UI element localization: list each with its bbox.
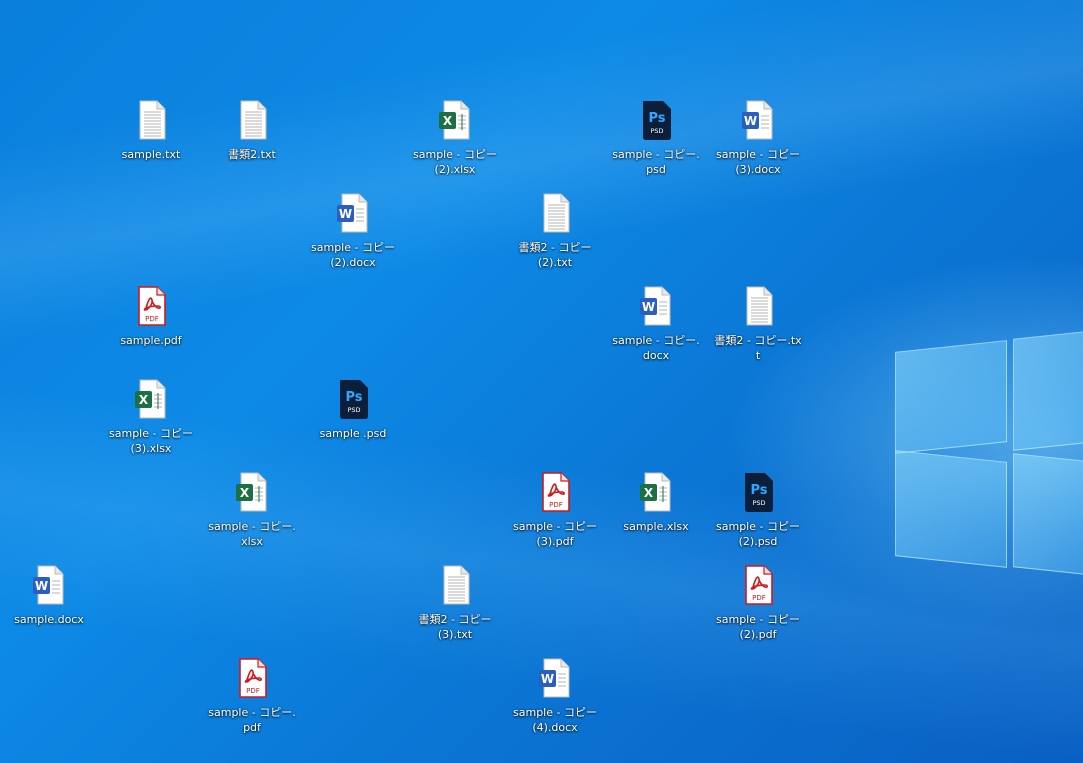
text-file-icon xyxy=(134,100,168,140)
svg-text:Ps: Ps xyxy=(345,390,362,405)
desktop-icon[interactable]: 書類2 - コピー (3).txt xyxy=(410,565,500,642)
word-file-icon: W xyxy=(32,565,66,605)
desktop-icon-label: sample - コピー. psd xyxy=(612,148,700,176)
svg-text:PDF: PDF xyxy=(246,687,260,695)
desktop-icon[interactable]: Xsample.xlsx xyxy=(611,472,701,534)
desktop-icon-label: sample - コピー. docx xyxy=(612,334,700,362)
pdf-file-icon: PDF xyxy=(235,658,269,698)
excel-file-icon: X xyxy=(438,100,472,140)
svg-text:Ps: Ps xyxy=(648,111,665,126)
pdf-file-icon: PDF xyxy=(134,286,168,326)
svg-text:W: W xyxy=(541,672,554,686)
desktop-icon-label: sample.xlsx xyxy=(623,520,689,533)
desktop-icon[interactable]: Ps PSD sample - コピー (2).psd xyxy=(713,472,803,549)
svg-text:PDF: PDF xyxy=(145,315,159,323)
desktop-icon[interactable]: Wsample - コピー (3).docx xyxy=(713,100,803,177)
desktop-icon-label: 書類2.txt xyxy=(228,148,276,161)
text-file-icon xyxy=(235,100,269,140)
svg-text:PSD: PSD xyxy=(650,127,663,135)
desktop-icon[interactable]: 書類2 - コピー.txt xyxy=(713,286,803,363)
photoshop-file-icon: Ps PSD xyxy=(741,472,775,512)
svg-text:X: X xyxy=(139,393,149,407)
excel-file-icon: X xyxy=(235,472,269,512)
desktop-icon[interactable]: Wsample - コピー. docx xyxy=(611,286,701,363)
svg-text:W: W xyxy=(339,207,352,221)
svg-text:X: X xyxy=(644,486,654,500)
desktop-icon[interactable]: Xsample - コピー (2).xlsx xyxy=(410,100,500,177)
svg-text:PSD: PSD xyxy=(347,406,360,414)
windows-logo-pane xyxy=(895,340,1007,454)
desktop-icon-label: sample - コピー (3).xlsx xyxy=(109,427,193,455)
desktop-icon-label: sample - コピー (2).xlsx xyxy=(413,148,497,176)
windows-logo-pane xyxy=(895,450,1007,568)
svg-text:Ps: Ps xyxy=(750,483,767,498)
desktop-icon-label: sample.docx xyxy=(14,613,84,626)
svg-text:W: W xyxy=(642,300,655,314)
svg-text:PDF: PDF xyxy=(549,501,563,509)
desktop-icon-label: sample - コピー (3).pdf xyxy=(513,520,597,548)
word-file-icon: W xyxy=(538,658,572,698)
desktop-icon[interactable]: 書類2 - コピー (2).txt xyxy=(510,193,600,270)
word-file-icon: W xyxy=(741,100,775,140)
svg-text:X: X xyxy=(443,114,453,128)
desktop-icon-label: sample - コピー.xlsx xyxy=(208,520,296,548)
desktop-icon-label: sample - コピー (2).psd xyxy=(716,520,800,548)
desktop-icon-label: sample - コピー (2).pdf xyxy=(716,613,800,641)
svg-text:W: W xyxy=(744,114,757,128)
windows-logo-pane xyxy=(1013,453,1083,577)
desktop-icon[interactable]: PDF sample - コピー (2).pdf xyxy=(713,565,803,642)
windows-logo xyxy=(893,329,1083,577)
svg-text:X: X xyxy=(240,486,250,500)
photoshop-file-icon: Ps PSD xyxy=(336,379,370,419)
desktop-icon-label: sample - コピー (3).docx xyxy=(716,148,800,176)
desktop-icon[interactable]: Ps PSD sample - コピー. psd xyxy=(611,100,701,177)
svg-text:PSD: PSD xyxy=(752,499,765,507)
pdf-file-icon: PDF xyxy=(741,565,775,605)
svg-text:PDF: PDF xyxy=(752,594,766,602)
desktop-icon-label: 書類2 - コピー (3).txt xyxy=(418,613,492,641)
desktop-icon-label: 書類2 - コピー (2).txt xyxy=(518,241,592,269)
photoshop-file-icon: Ps PSD xyxy=(639,100,673,140)
desktop-icon[interactable]: PDF sample - コピー.pdf xyxy=(207,658,297,735)
desktop-icon[interactable]: PDF sample.pdf xyxy=(106,286,196,348)
word-file-icon: W xyxy=(639,286,673,326)
desktop-icon-label: sample .psd xyxy=(319,427,387,440)
windows-logo-pane xyxy=(1013,329,1083,451)
text-file-icon xyxy=(438,565,472,605)
text-file-icon xyxy=(538,193,572,233)
desktop-icon[interactable]: Xsample - コピー (3).xlsx xyxy=(106,379,196,456)
desktop-icon[interactable]: Wsample.docx xyxy=(4,565,94,627)
pdf-file-icon: PDF xyxy=(538,472,572,512)
desktop-icon-label: 書類2 - コピー.txt xyxy=(714,334,802,362)
desktop-icon[interactable]: Xsample - コピー.xlsx xyxy=(207,472,297,549)
desktop-icon[interactable]: 書類2.txt xyxy=(207,100,297,162)
desktop-icon-label: sample - コピー (2).docx xyxy=(311,241,395,269)
word-file-icon: W xyxy=(336,193,370,233)
desktop-icon[interactable]: PDF sample - コピー (3).pdf xyxy=(510,472,600,549)
desktop-icon-label: sample - コピー (4).docx xyxy=(513,706,597,734)
desktop-icon-label: sample.txt xyxy=(121,148,181,161)
desktop-icon-label: sample - コピー.pdf xyxy=(208,706,296,734)
text-file-icon xyxy=(741,286,775,326)
desktop-icon[interactable]: Ps PSD sample .psd xyxy=(308,379,398,441)
excel-file-icon: X xyxy=(134,379,168,419)
desktop-icon-label: sample.pdf xyxy=(120,334,182,347)
excel-file-icon: X xyxy=(639,472,673,512)
desktop-icon[interactable]: Wsample - コピー (2).docx xyxy=(308,193,398,270)
desktop-icon[interactable]: Wsample - コピー (4).docx xyxy=(510,658,600,735)
svg-text:W: W xyxy=(35,579,48,593)
desktop-icon[interactable]: sample.txt xyxy=(106,100,196,162)
